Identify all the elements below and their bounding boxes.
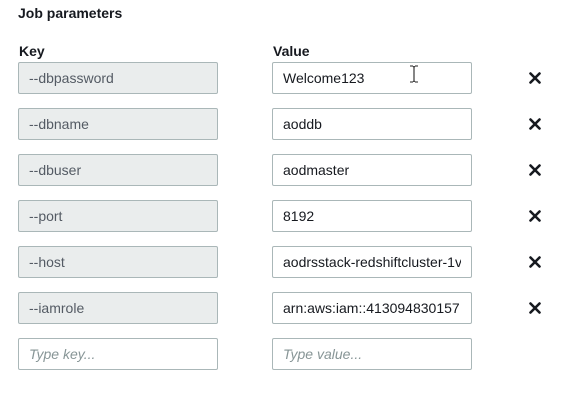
remove-parameter-button[interactable] [526,253,544,271]
job-parameters-panel: Job parameters Key Value [0,0,571,410]
parameter-value-field[interactable] [272,154,472,186]
parameter-key-field[interactable] [18,200,218,232]
parameter-row [0,292,571,324]
value-column-header: Value [273,43,310,59]
parameter-row [0,62,571,94]
new-parameter-row [0,338,571,370]
parameter-value-field[interactable] [272,62,472,94]
parameter-key-field[interactable] [18,246,218,278]
parameter-row [0,108,571,140]
close-x-icon [529,210,541,222]
parameter-key-field[interactable] [18,108,218,140]
parameter-row [0,246,571,278]
remove-parameter-button[interactable] [526,115,544,133]
close-x-icon [529,72,541,84]
text-cursor-icon [410,65,418,83]
close-x-icon [529,164,541,176]
close-x-icon [529,118,541,130]
new-value-input[interactable] [272,338,472,370]
parameter-key-field[interactable] [18,154,218,186]
remove-parameter-button[interactable] [526,207,544,225]
close-x-icon [529,302,541,314]
close-x-icon [529,256,541,268]
remove-parameter-button[interactable] [526,161,544,179]
key-column-header: Key [19,43,45,59]
remove-parameter-button[interactable] [526,299,544,317]
parameter-value-field[interactable] [272,292,472,324]
parameter-value-field[interactable] [272,246,472,278]
parameter-key-field[interactable] [18,62,218,94]
remove-parameter-button[interactable] [526,69,544,87]
parameter-row [0,154,571,186]
new-key-input[interactable] [18,338,218,370]
section-title: Job parameters [18,5,123,21]
parameter-value-field[interactable] [272,108,472,140]
parameter-value-field[interactable] [272,200,472,232]
parameter-key-field[interactable] [18,292,218,324]
parameter-row [0,200,571,232]
